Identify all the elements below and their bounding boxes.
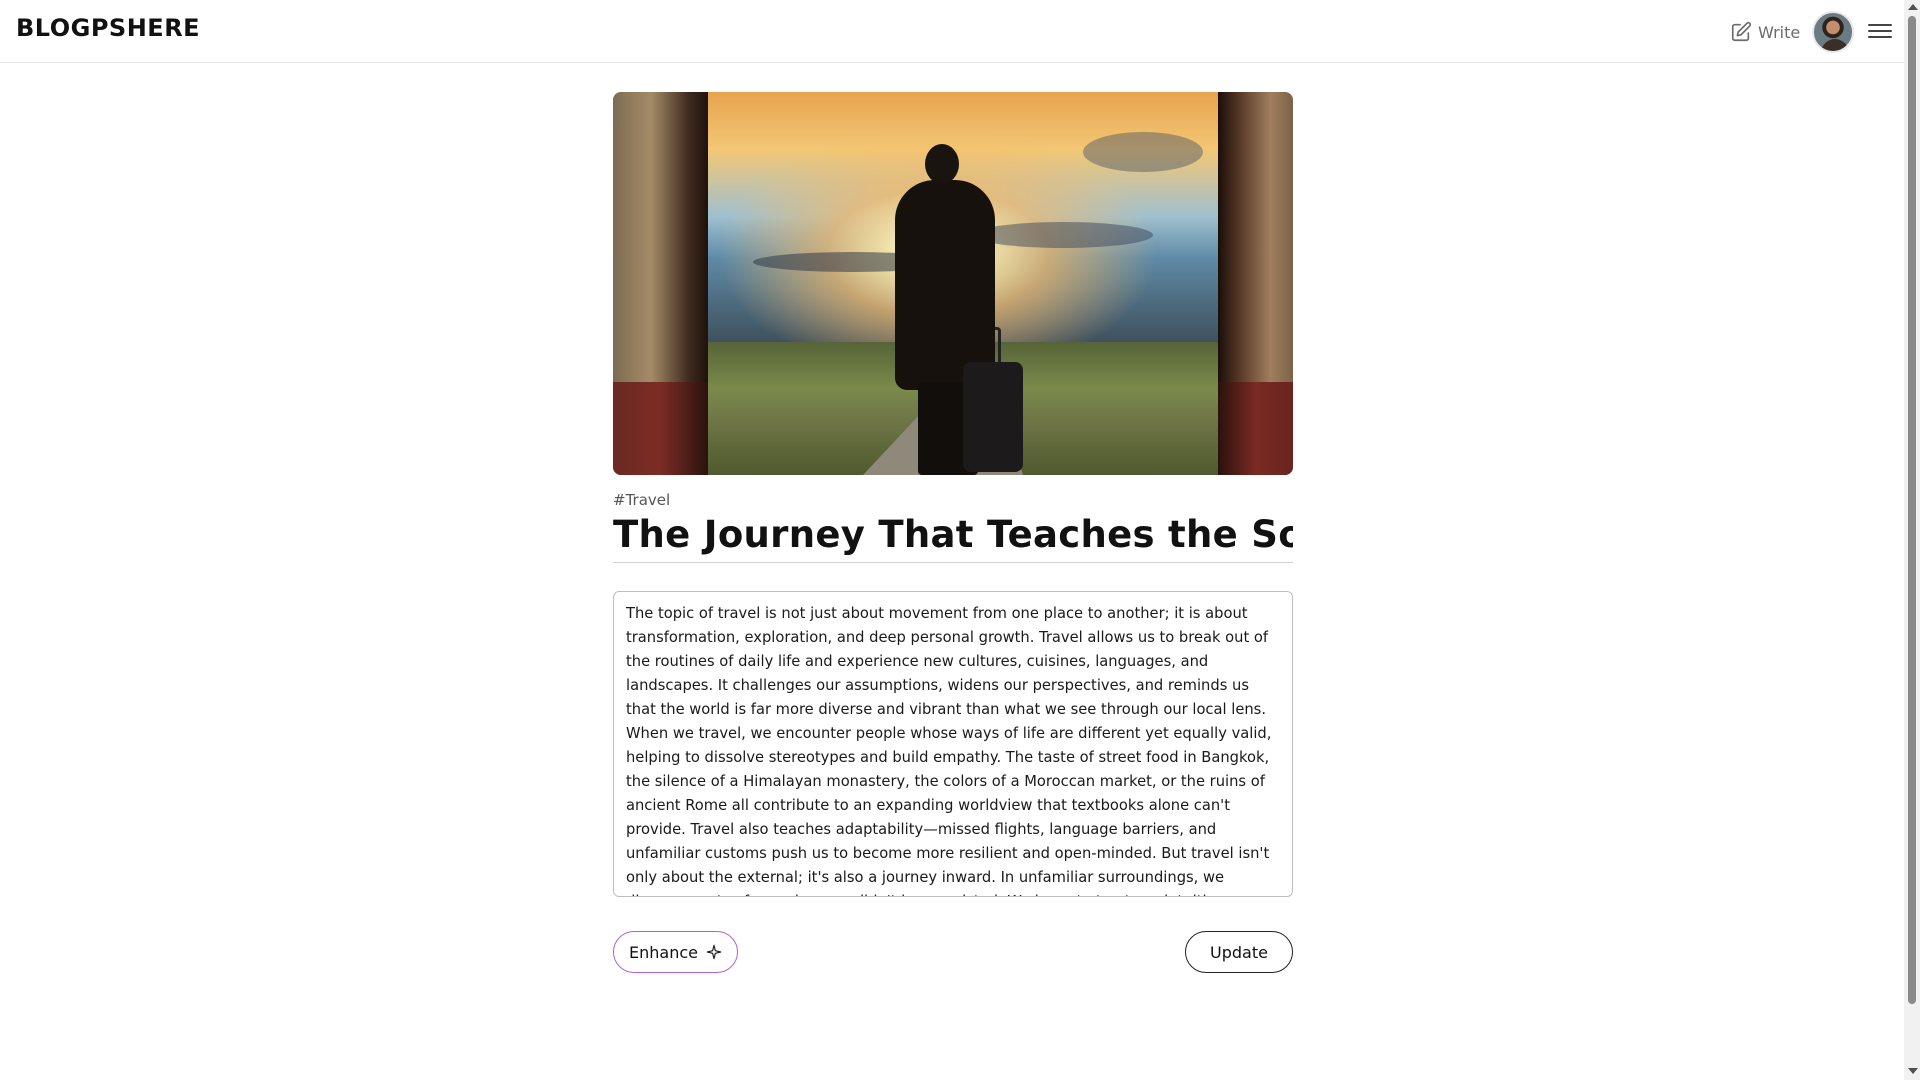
page: BLOGPSHERE Write #Travel The Journey Tha…: [0, 0, 1920, 1080]
enhance-button[interactable]: Enhance: [613, 931, 738, 973]
scroll-up-arrow-icon[interactable]: [1908, 4, 1918, 10]
page-scrollbar[interactable]: [1904, 0, 1920, 1080]
title-input[interactable]: [613, 513, 1293, 563]
post-editor: #Travel The topic of travel is not just …: [613, 92, 1293, 975]
top-navbar: BLOGPSHERE Write: [0, 0, 1904, 63]
sparkle-icon: [706, 944, 722, 960]
post-tag[interactable]: #Travel: [613, 491, 1293, 509]
write-label: Write: [1758, 22, 1801, 42]
edit-icon: [1731, 21, 1752, 42]
update-button[interactable]: Update: [1185, 931, 1293, 973]
avatar[interactable]: [1812, 11, 1854, 53]
hamburger-menu-icon[interactable]: [1868, 20, 1892, 44]
editor-actions: Enhance Update: [613, 931, 1293, 975]
body-textarea[interactable]: The topic of travel is not just about mo…: [613, 591, 1293, 897]
scroll-down-arrow-icon[interactable]: [1908, 1068, 1918, 1074]
enhance-label: Enhance: [629, 942, 698, 962]
scrollbar-thumb[interactable]: [1908, 16, 1916, 1004]
write-button[interactable]: Write: [1730, 18, 1800, 46]
site-logo[interactable]: BLOGPSHERE: [16, 14, 200, 42]
cover-image[interactable]: [613, 92, 1293, 475]
